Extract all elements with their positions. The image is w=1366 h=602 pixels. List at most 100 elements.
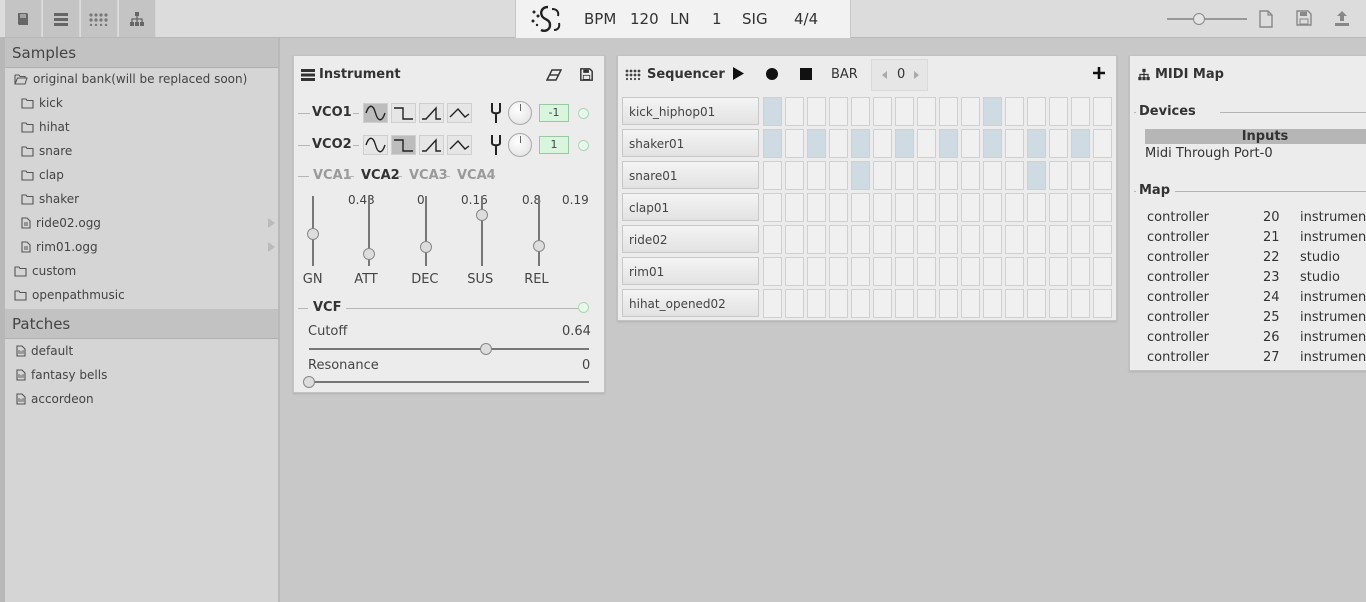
midi-view-button[interactable] xyxy=(119,0,156,37)
step-cell[interactable] xyxy=(917,257,936,286)
vco1-octave-value[interactable]: -1 xyxy=(539,104,569,122)
patch-item[interactable]: fantasy bells xyxy=(16,368,107,382)
step-cell[interactable] xyxy=(873,257,892,286)
sample-item[interactable]: shaker xyxy=(21,192,79,206)
step-cell[interactable] xyxy=(829,289,848,318)
envelope-slider-handle[interactable] xyxy=(476,209,488,222)
step-cell[interactable] xyxy=(851,225,870,254)
sample-item[interactable]: clap xyxy=(21,168,64,182)
step-cell[interactable] xyxy=(763,97,782,126)
step-cell[interactable] xyxy=(917,97,936,126)
step-cell[interactable] xyxy=(1049,289,1068,318)
vca-tab[interactable]: VCA4 xyxy=(457,168,496,183)
step-cell[interactable] xyxy=(1027,257,1046,286)
new-file-icon[interactable] xyxy=(1258,10,1274,28)
step-cell[interactable] xyxy=(961,257,980,286)
step-cell[interactable] xyxy=(785,97,804,126)
step-cell[interactable] xyxy=(1093,97,1112,126)
step-cell[interactable] xyxy=(785,225,804,254)
samples-header[interactable]: Samples xyxy=(5,38,278,68)
step-cell[interactable] xyxy=(961,161,980,190)
sig-value[interactable]: 4/4 xyxy=(794,10,818,28)
sample-item[interactable]: kick xyxy=(21,96,63,110)
step-cell[interactable] xyxy=(807,97,826,126)
cutoff-slider-handle[interactable] xyxy=(479,343,492,355)
step-cell[interactable] xyxy=(829,129,848,158)
step-cell[interactable] xyxy=(939,225,958,254)
step-cell[interactable] xyxy=(851,97,870,126)
step-cell[interactable] xyxy=(983,193,1002,222)
step-cell[interactable] xyxy=(829,225,848,254)
track-name[interactable]: hihat_opened02 xyxy=(622,289,759,317)
envelope-slider[interactable] xyxy=(420,196,432,266)
step-cell[interactable] xyxy=(1005,257,1024,286)
step-cell[interactable] xyxy=(983,161,1002,190)
map-target[interactable]: instrument xyxy=(1300,230,1366,245)
step-cell[interactable] xyxy=(1049,161,1068,190)
vco1-tune-knob[interactable] xyxy=(508,101,532,125)
zoom-slider-handle[interactable] xyxy=(1193,13,1205,25)
step-cell[interactable] xyxy=(1005,129,1024,158)
track-name[interactable]: ride02 xyxy=(622,225,759,253)
instrument-view-button[interactable] xyxy=(43,0,80,37)
vca-tab[interactable]: VCA3 xyxy=(409,168,448,183)
step-cell[interactable] xyxy=(829,193,848,222)
envelope-slider[interactable] xyxy=(363,196,375,266)
sample-item[interactable]: original bank(will be replaced soon) xyxy=(14,72,247,86)
expand-arrow-icon[interactable] xyxy=(268,218,275,228)
sample-item[interactable]: openpathmusic xyxy=(14,288,125,302)
step-cell[interactable] xyxy=(807,129,826,158)
expand-arrow-icon[interactable] xyxy=(268,242,275,252)
wave-square-button[interactable] xyxy=(391,103,416,123)
step-cell[interactable] xyxy=(1027,225,1046,254)
envelope-slider-handle[interactable] xyxy=(533,239,545,252)
step-cell[interactable] xyxy=(895,225,914,254)
step-cell[interactable] xyxy=(1027,161,1046,190)
record-icon[interactable] xyxy=(766,68,778,80)
vca-tab[interactable]: VCA1 xyxy=(313,168,352,183)
step-cell[interactable] xyxy=(1005,161,1024,190)
envelope-slider[interactable] xyxy=(307,196,319,266)
step-cell[interactable] xyxy=(961,193,980,222)
sample-item[interactable]: hihat xyxy=(21,120,70,134)
step-cell[interactable] xyxy=(895,97,914,126)
step-cell[interactable] xyxy=(895,289,914,318)
wave-square-button[interactable] xyxy=(391,135,416,155)
add-track-icon[interactable] xyxy=(1093,67,1105,79)
patch-item[interactable]: accordeon xyxy=(16,392,94,406)
vco2-led[interactable] xyxy=(578,140,589,151)
step-cell[interactable] xyxy=(1005,225,1024,254)
patch-item[interactable]: default xyxy=(16,344,73,358)
ln-value[interactable]: 1 xyxy=(712,10,722,28)
vco1-led[interactable] xyxy=(578,108,589,119)
step-cell[interactable] xyxy=(939,257,958,286)
sequencer-view-button[interactable] xyxy=(81,0,118,37)
map-target[interactable]: studio xyxy=(1300,270,1340,285)
vco2-octave-value[interactable]: 1 xyxy=(539,136,569,154)
envelope-slider-handle[interactable] xyxy=(363,248,375,261)
track-name[interactable]: kick_hiphop01 xyxy=(622,97,759,125)
stop-icon[interactable] xyxy=(800,68,812,80)
step-cell[interactable] xyxy=(983,257,1002,286)
step-cell[interactable] xyxy=(1093,129,1112,158)
step-cell[interactable] xyxy=(1071,161,1090,190)
sample-item[interactable]: ride02.ogg xyxy=(21,216,101,230)
step-cell[interactable] xyxy=(873,129,892,158)
step-cell[interactable] xyxy=(1093,289,1112,318)
step-cell[interactable] xyxy=(1049,129,1068,158)
step-cell[interactable] xyxy=(1027,289,1046,318)
play-icon[interactable] xyxy=(732,67,744,80)
step-cell[interactable] xyxy=(917,129,936,158)
envelope-slider[interactable] xyxy=(533,196,545,266)
save-icon[interactable] xyxy=(1296,10,1312,26)
step-cell[interactable] xyxy=(983,289,1002,318)
step-cell[interactable] xyxy=(1071,97,1090,126)
step-cell[interactable] xyxy=(939,129,958,158)
step-cell[interactable] xyxy=(939,161,958,190)
sample-item[interactable]: rim01.ogg xyxy=(21,240,98,254)
step-cell[interactable] xyxy=(1093,193,1112,222)
step-cell[interactable] xyxy=(895,257,914,286)
step-cell[interactable] xyxy=(785,129,804,158)
step-cell[interactable] xyxy=(939,289,958,318)
map-target[interactable]: instrument xyxy=(1300,290,1366,305)
